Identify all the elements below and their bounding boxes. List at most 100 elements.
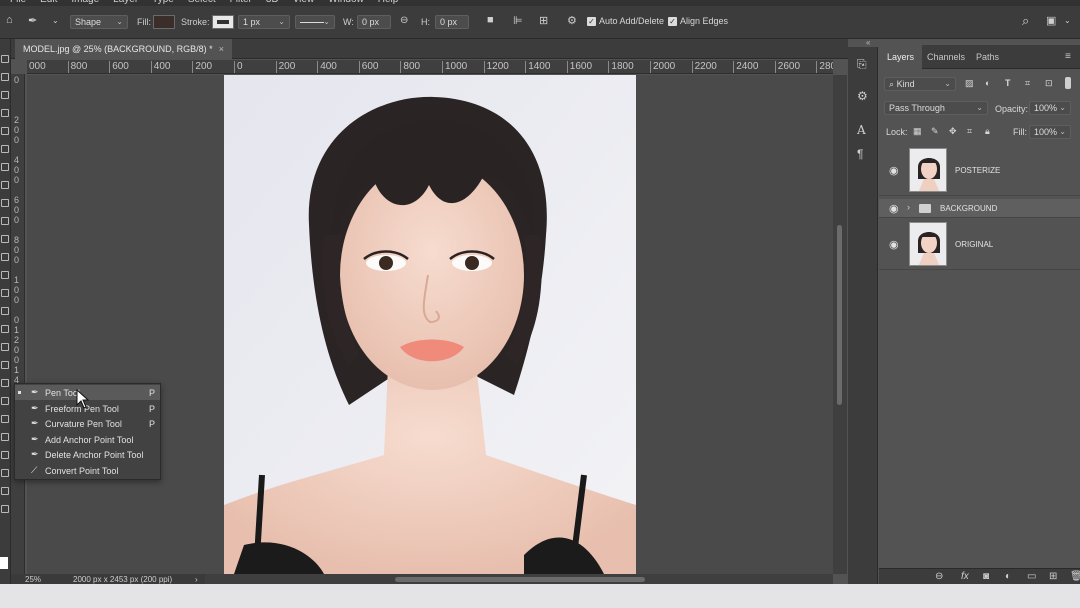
new-layer-icon[interactable]: ⊞	[1049, 571, 1057, 582]
new-group-icon[interactable]: ▭	[1027, 571, 1036, 582]
adjustment-layer-icon[interactable]: ◐	[1005, 571, 1011, 582]
layer-row[interactable]: ◉ › BACKGROUND	[879, 199, 1080, 218]
eye-icon[interactable]: ◉	[889, 238, 899, 251]
workspace-icon[interactable]: ▣	[1046, 14, 1056, 27]
menu-item[interactable]: Filter	[230, 0, 252, 5]
horizontal-scroll-thumb[interactable]	[395, 577, 645, 582]
tool-icon[interactable]	[1, 397, 9, 405]
tool-icon[interactable]	[1, 415, 9, 423]
gear-icon[interactable]: ⚙	[567, 14, 577, 27]
trash-icon[interactable]: 🗑︎	[1070, 571, 1080, 582]
eye-icon[interactable]: ◉	[889, 202, 899, 215]
kind-filter-dropdown[interactable]: ⌕ Kind ⌄	[884, 77, 956, 91]
path-alignment-icon[interactable]: ⊫	[513, 14, 523, 27]
chevron-right-icon[interactable]: ›	[907, 202, 910, 212]
pen-tool-preset-icon[interactable]: ✒	[28, 14, 37, 27]
shape-filter-icon[interactable]: ⌗	[1025, 78, 1030, 89]
home-icon[interactable]: ⌂	[6, 14, 13, 26]
tool-icon[interactable]	[1, 127, 9, 135]
lock-transparent-icon[interactable]: ▦	[913, 126, 922, 137]
tool-icon[interactable]	[1, 379, 9, 387]
tool-icon[interactable]	[1, 217, 9, 225]
flyout-item[interactable]: ✒ Delete Anchor Point Tool	[15, 447, 160, 462]
chevron-down-icon[interactable]: ⌄	[52, 16, 59, 25]
width-input[interactable]: 0 px	[357, 15, 391, 29]
tool-icon[interactable]	[1, 343, 9, 351]
horizontal-scrollbar[interactable]	[205, 574, 833, 584]
tool-icon[interactable]	[1, 163, 9, 171]
collapse-panels-icon[interactable]: «	[866, 38, 870, 47]
tab-layers[interactable]: Layers	[879, 45, 923, 69]
tool-icon[interactable]	[1, 469, 9, 477]
stroke-swatch[interactable]	[212, 15, 234, 29]
menu-item[interactable]: Window	[328, 0, 364, 5]
pixel-filter-icon[interactable]: ▨	[965, 78, 974, 89]
add-mask-icon[interactable]: ◙	[983, 571, 989, 582]
tool-icon[interactable]	[1, 253, 9, 261]
tool-icon[interactable]	[1, 487, 9, 495]
tool-icon[interactable]	[1, 451, 9, 459]
chevron-right-icon[interactable]: ›	[195, 575, 198, 584]
document-tab[interactable]: MODEL.jpg @ 25% (BACKGROUND, RGB/8) * ×	[15, 39, 232, 59]
document-image[interactable]	[224, 75, 636, 574]
close-icon[interactable]: ×	[219, 44, 224, 54]
blend-mode-dropdown[interactable]: Pass Through ⌄	[884, 101, 988, 115]
panel-menu-icon[interactable]: ≡	[1065, 51, 1071, 62]
menu-item[interactable]: Image	[71, 0, 99, 5]
tool-icon[interactable]	[1, 73, 9, 81]
align-edges-checkbox[interactable]: ✓ Align Edges	[668, 16, 728, 26]
tool-icon[interactable]	[1, 181, 9, 189]
tool-icon[interactable]	[1, 109, 9, 117]
path-arrangement-icon[interactable]: ⊞	[539, 14, 548, 27]
fill-input[interactable]: 100% ⌄	[1029, 125, 1071, 139]
link-icon[interactable]: ⊖	[400, 15, 408, 26]
lock-pixels-icon[interactable]: ✎	[931, 126, 939, 137]
mode-dropdown[interactable]: Shape ⌄	[70, 15, 128, 29]
tool-icon[interactable]	[1, 361, 9, 369]
menu-item[interactable]: Layer	[113, 0, 138, 5]
lock-position-icon[interactable]: ✥	[949, 126, 957, 137]
character-panel-icon[interactable]: A	[857, 123, 866, 137]
vertical-scroll-thumb[interactable]	[837, 225, 842, 405]
layer-row[interactable]: ◉ POSTERIZE	[879, 145, 1080, 196]
foreground-color-swatch[interactable]	[0, 557, 8, 569]
paragraph-panel-icon[interactable]: ¶	[857, 147, 863, 161]
layer-row[interactable]: ◉ ORIGINAL	[879, 219, 1080, 270]
zoom-level[interactable]: 25%	[25, 575, 41, 584]
menu-item[interactable]: Edit	[40, 0, 57, 5]
vertical-scrollbar[interactable]	[833, 75, 847, 574]
menu-item[interactable]: Help	[378, 0, 399, 5]
adjustment-filter-icon[interactable]: ◐	[985, 78, 990, 88]
tool-icon[interactable]	[1, 91, 9, 99]
tool-icon[interactable]	[1, 199, 9, 207]
tool-icon[interactable]	[1, 145, 9, 153]
menu-item[interactable]: Select	[188, 0, 216, 5]
menu-item[interactable]: Type	[152, 0, 174, 5]
fill-swatch[interactable]	[153, 15, 175, 29]
flyout-item[interactable]: ✒ Add Anchor Point Tool	[15, 432, 160, 447]
tool-icon[interactable]	[1, 271, 9, 279]
fx-icon[interactable]: fx	[961, 571, 969, 582]
tool-icon[interactable]	[1, 55, 9, 63]
tool-icon[interactable]	[1, 235, 9, 243]
tool-icon[interactable]	[1, 289, 9, 297]
history-panel-icon[interactable]: ⎘	[857, 57, 867, 72]
menu-item[interactable]: 3D	[266, 0, 279, 5]
properties-panel-icon[interactable]: ⚙	[857, 89, 868, 103]
tool-icon[interactable]	[1, 325, 9, 333]
link-layers-icon[interactable]: ⊖	[935, 571, 943, 582]
flyout-item[interactable]: ⟋ Convert Point Tool	[15, 463, 160, 478]
opacity-input[interactable]: 100% ⌄	[1029, 101, 1071, 115]
flyout-item[interactable]: ✒ Curvature Pen Tool P	[15, 416, 160, 431]
chevron-down-icon[interactable]: ⌄	[1064, 16, 1071, 25]
tab-paths[interactable]: Paths	[968, 45, 1007, 69]
path-operations-icon[interactable]: ■	[487, 14, 494, 26]
search-icon[interactable]: ⌕	[1022, 13, 1029, 29]
height-input[interactable]: 0 px	[435, 15, 469, 29]
smart-object-filter-icon[interactable]: ⊡	[1045, 78, 1053, 89]
menu-item[interactable]: File	[10, 0, 26, 5]
auto-add-delete-checkbox[interactable]: ✓ Auto Add/Delete	[587, 16, 664, 26]
type-filter-icon[interactable]: T	[1005, 78, 1011, 88]
lock-all-icon[interactable]: 🔒︎	[985, 126, 990, 137]
lock-artboard-icon[interactable]: ⌗	[967, 126, 972, 137]
